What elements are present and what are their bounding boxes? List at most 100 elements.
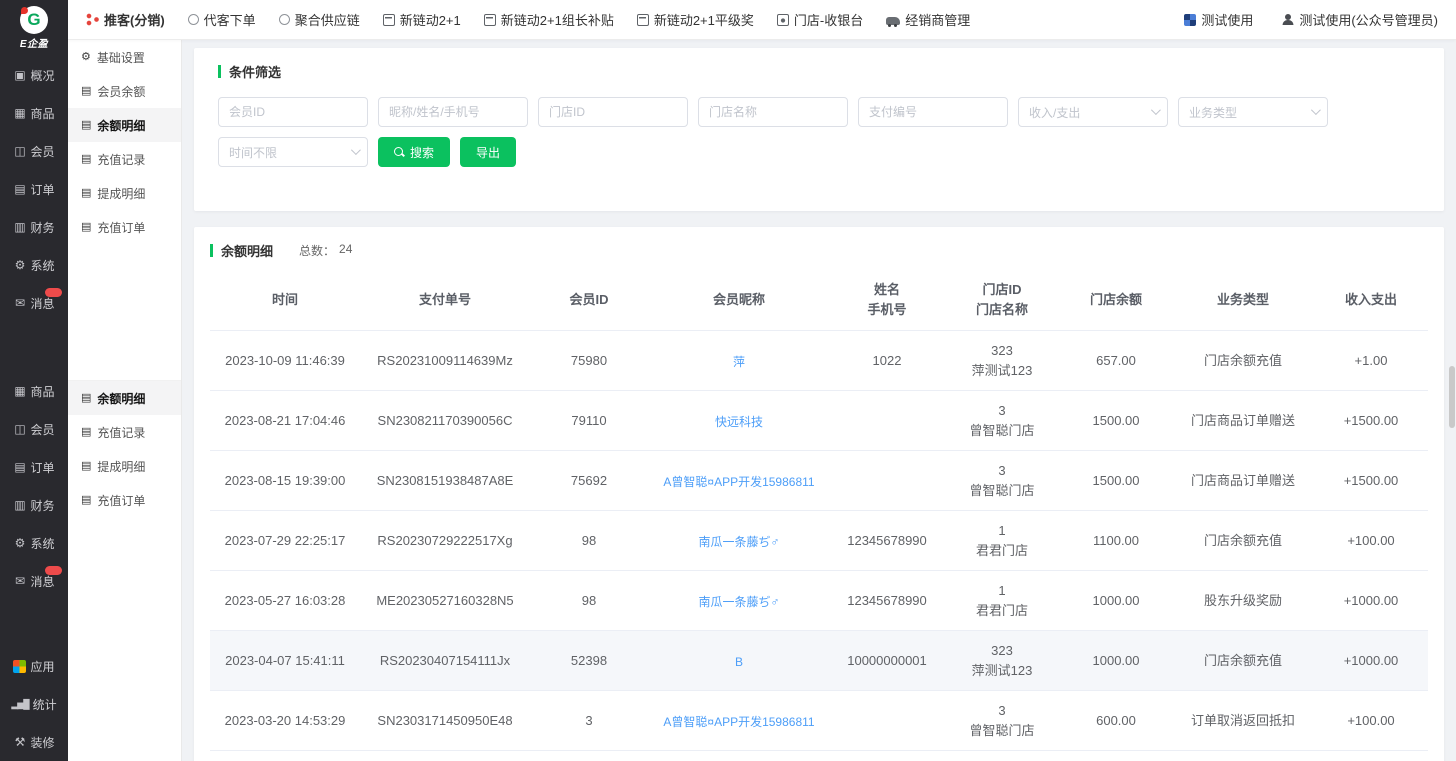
- sidebar-item[interactable]: ⚙ 系统: [0, 246, 68, 284]
- title-accent-bar: [210, 244, 213, 257]
- submenu-item[interactable]: ▤ 提成明细: [68, 449, 181, 483]
- sidebar-item-icon: ◫: [13, 145, 26, 157]
- sidebar-item[interactable]: ◫ 会员: [0, 410, 68, 448]
- filter-input[interactable]: [698, 97, 848, 127]
- submenu-item[interactable]: ▤ 提成明细: [68, 176, 181, 210]
- scrollbar-thumb[interactable]: [1449, 366, 1455, 428]
- total-value: 24: [339, 242, 352, 259]
- filter-input[interactable]: [378, 97, 528, 127]
- submenu-item[interactable]: ▤ 充值订单: [68, 483, 181, 517]
- cell-time: 2023-05-27 16:03:28: [210, 591, 360, 611]
- submenu-item[interactable]: ▤ 充值记录: [68, 142, 181, 176]
- export-button[interactable]: 导出: [460, 137, 516, 167]
- submenu-item[interactable]: ▤ 余额明细: [68, 108, 181, 142]
- member-nickname-link[interactable]: 南瓜一条藤ぢ♂: [698, 593, 779, 611]
- topnav-item[interactable]: 新链动2+1平级奖: [637, 10, 754, 29]
- filter-input[interactable]: [858, 97, 1008, 127]
- sidebar-item[interactable]: ▂▅█ 统计: [0, 685, 68, 723]
- store-name: 萍测试123: [972, 361, 1033, 381]
- sidebar-item-label: 消息: [30, 295, 54, 312]
- search-button[interactable]: 搜索: [378, 137, 450, 167]
- cell-time: 2023-08-21 17:04:46: [210, 411, 360, 431]
- member-nickname-link[interactable]: B: [735, 653, 743, 671]
- cell-balance: 1500.00: [1060, 471, 1172, 491]
- cell-biz-type: 订单取消返回抵扣: [1172, 711, 1314, 731]
- sidebar-item[interactable]: ◫ 会员: [0, 132, 68, 170]
- search-icon: [394, 147, 405, 158]
- sidebar-item[interactable]: ⚙ 系统: [0, 524, 68, 562]
- topnav-item-label: 推客(分销): [104, 10, 165, 29]
- cell-balance: 1500.00: [1060, 411, 1172, 431]
- submenu-item-label: 提成明细: [97, 185, 145, 202]
- sidebar-item-label: 装修: [30, 734, 54, 751]
- cell-member-id: 98: [530, 531, 648, 551]
- topnav-item[interactable]: 聚合供应链: [279, 10, 360, 29]
- member-nickname-link[interactable]: A曾智聪¤APP开发15986811: [663, 713, 814, 731]
- topnav-item[interactable]: 新链动2+1: [383, 10, 461, 29]
- filter-input[interactable]: [538, 97, 688, 127]
- sidebar-item[interactable]: ▣ 概况: [0, 56, 68, 94]
- store-name: 曾智聪门店: [969, 421, 1034, 441]
- cell-phone: 12345678990: [830, 591, 944, 611]
- time-range-select[interactable]: 时间不限: [218, 137, 368, 167]
- cell-store: 323 萍测试123: [944, 641, 1060, 680]
- sidebar-item-label: 商品: [30, 383, 54, 400]
- sidebar-item[interactable]: ▤ 订单: [0, 170, 68, 208]
- submenu-item-icon: ▤: [81, 427, 91, 438]
- topnav-item[interactable]: 推客(分销): [86, 10, 165, 29]
- table-header-cell: 姓名 手机号: [830, 280, 944, 320]
- submenu-item[interactable]: ▤ 余额明细: [68, 381, 181, 415]
- sidebar-item-label: 系统: [30, 535, 54, 552]
- topnav-item[interactable]: 新链动2+1组长补贴: [484, 10, 614, 29]
- balance-detail-card: 余额明细 总数： 24 时间: [194, 227, 1444, 761]
- submenu-item[interactable]: ⚙ 基础设置: [68, 40, 181, 74]
- submenu-item-icon: ▤: [81, 461, 91, 472]
- sidebar-item[interactable]: ▦ 商品: [0, 94, 68, 132]
- sidebar-item[interactable]: ▥ 财务: [0, 486, 68, 524]
- cell-pay-no: SN230821170390056C: [360, 411, 530, 431]
- topnav-item[interactable]: 经销商管理: [886, 10, 970, 29]
- member-nickname-link[interactable]: 快远科技: [715, 413, 763, 431]
- cell-pay-no: RS20230729222517Xg: [360, 531, 530, 551]
- topnav-item-label: 门店-收银台: [794, 10, 863, 29]
- sidebar-item[interactable]: 应用: [0, 647, 68, 685]
- store-name: 君君门店: [976, 541, 1028, 561]
- sidebar-item[interactable]: ▥ 财务: [0, 208, 68, 246]
- topnav-account-icon: [1281, 13, 1294, 26]
- sidebar-item[interactable]: ✉ 消息: [0, 562, 68, 600]
- topnav-item[interactable]: 门店-收银台: [777, 10, 863, 29]
- store-name: 萍测试123: [972, 661, 1033, 681]
- submenu-item-icon: ▤: [81, 86, 91, 97]
- topnav-right: 测试使用 测试使用(公众号管理员): [1184, 10, 1438, 29]
- topnav-item-label: 新链动2+1平级奖: [654, 10, 754, 29]
- sidebar-item[interactable]: ▦ 商品: [0, 372, 68, 410]
- submenu-item[interactable]: ▤ 会员余额: [68, 74, 181, 108]
- member-nickname-link[interactable]: 南瓜一条藤ぢ♂: [698, 533, 779, 551]
- filter-input[interactable]: [218, 97, 368, 127]
- submenu-item[interactable]: ▤ 充值记录: [68, 415, 181, 449]
- member-nickname-link[interactable]: A曾智聪¤APP开发15986811: [663, 473, 814, 491]
- filter-select[interactable]: 业务类型: [1178, 97, 1328, 127]
- sidebar-item-icon: [13, 660, 26, 673]
- cell-biz-type: 股东升级奖励: [1172, 591, 1314, 611]
- sidebar-item[interactable]: ✉ 消息: [0, 284, 68, 322]
- sidebar-item-label: 订单: [30, 459, 54, 476]
- cell-member-id: 75692: [530, 471, 648, 491]
- submenu-item[interactable]: ▤ 充值订单: [68, 210, 181, 244]
- unread-badge: [45, 288, 62, 297]
- title-accent-bar: [218, 65, 221, 78]
- sidebar-item-icon: ▤: [13, 461, 26, 473]
- member-nickname-link[interactable]: 萍: [733, 353, 745, 371]
- table-row: 2023-03-20 14:53:29 SN2303171450950E48 3…: [210, 691, 1428, 751]
- cell-amount: +100.00: [1314, 711, 1428, 731]
- sidebar-item[interactable]: ▤ 订单: [0, 448, 68, 486]
- sidebar-item[interactable]: ⚒ 装修: [0, 723, 68, 761]
- topnav-account-item[interactable]: 测试使用: [1184, 10, 1253, 29]
- submenu-item-label: 基础设置: [97, 49, 145, 66]
- filter-select[interactable]: 收入/支出: [1018, 97, 1168, 127]
- topnav-item[interactable]: 代客下单: [188, 10, 256, 29]
- sidebar-group-3: 应用 ▂▅█ 统计 ⚒ 装修: [0, 647, 68, 761]
- sidebar-item-icon: ⚙: [13, 537, 26, 549]
- topnav-account-item[interactable]: 测试使用(公众号管理员): [1281, 10, 1438, 29]
- table-header-cell: 会员昵称: [648, 290, 830, 310]
